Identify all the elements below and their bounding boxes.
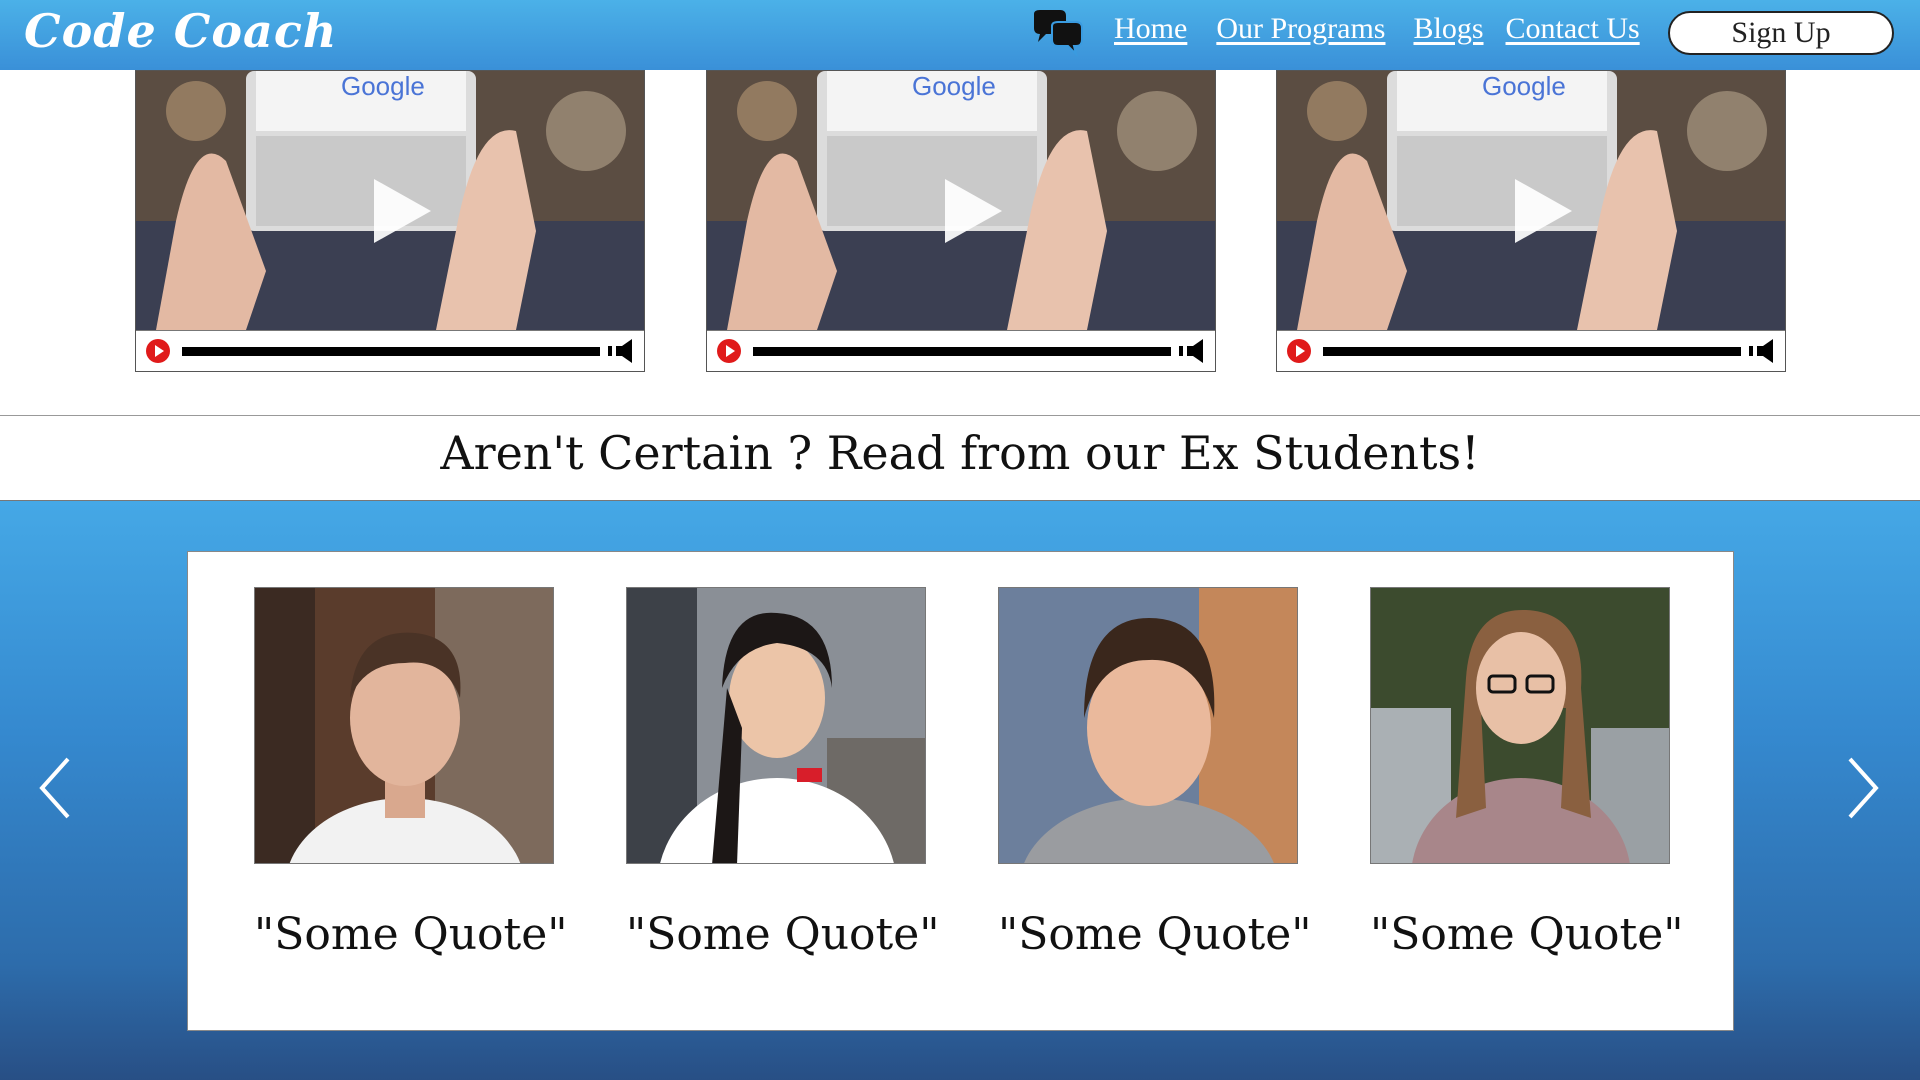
testimonials-carousel: "Some Quote" "Some Quote" "Some Quote" "… — [0, 500, 1920, 1080]
section-divider — [0, 415, 1920, 416]
play-button[interactable] — [146, 339, 170, 363]
nav-link-home[interactable]: Home — [1114, 12, 1187, 46]
volume-icon[interactable] — [608, 337, 638, 365]
nav-link-blogs[interactable]: Blogs — [1413, 12, 1483, 46]
video-player[interactable]: Google — [1276, 70, 1786, 372]
student-photo — [1370, 587, 1670, 864]
nav-link-programs[interactable]: Our Programs — [1216, 12, 1385, 46]
play-button[interactable] — [1287, 339, 1311, 363]
progress-bar[interactable] — [753, 347, 1171, 356]
sign-up-button[interactable]: Sign Up — [1668, 11, 1894, 55]
student-quote: "Some Quote" — [998, 909, 1312, 960]
volume-icon[interactable] — [1749, 337, 1779, 365]
testimonials-card: "Some Quote" "Some Quote" "Some Quote" "… — [187, 551, 1734, 1031]
student-testimonial: "Some Quote" — [1370, 587, 1684, 960]
student-testimonial: "Some Quote" — [254, 587, 568, 960]
volume-icon[interactable] — [1179, 337, 1209, 365]
video-player[interactable]: Google — [706, 70, 1216, 372]
play-button[interactable] — [717, 339, 741, 363]
student-testimonial: "Some Quote" — [626, 587, 940, 960]
student-quote: "Some Quote" — [254, 909, 568, 960]
nav-links: Home Our Programs Blogs Contact Us — [1114, 12, 1640, 46]
progress-bar[interactable] — [1323, 347, 1741, 356]
student-quote: "Some Quote" — [626, 909, 940, 960]
nav-link-contact[interactable]: Contact Us — [1506, 12, 1640, 46]
video-thumbnail[interactable]: Google — [707, 71, 1215, 330]
student-testimonial: "Some Quote" — [998, 587, 1312, 960]
student-photo — [254, 587, 554, 864]
brand-logo[interactable]: Code Coach — [24, 4, 337, 58]
student-quote: "Some Quote" — [1370, 909, 1684, 960]
video-player[interactable]: Google — [135, 70, 645, 372]
video-thumbnail-text: Google — [341, 71, 425, 101]
video-thumbnail-text: Google — [912, 71, 996, 101]
progress-bar[interactable] — [182, 347, 600, 356]
student-photo — [998, 587, 1298, 864]
video-controls — [136, 330, 644, 371]
video-thumbnail[interactable]: Google — [136, 71, 644, 330]
chevron-right-icon[interactable] — [1842, 753, 1882, 823]
video-thumbnail[interactable]: Google — [1277, 71, 1785, 330]
video-controls — [707, 330, 1215, 371]
chevron-left-icon[interactable] — [36, 753, 76, 823]
top-navbar: Code Coach Home Our Programs Blogs Conta… — [0, 0, 1920, 70]
video-thumbnail-text: Google — [1482, 71, 1566, 101]
video-controls — [1277, 330, 1785, 371]
chat-bubbles-icon[interactable] — [1030, 8, 1084, 58]
student-photo — [626, 587, 926, 864]
testimonials-heading: Aren't Certain ? Read from our Ex Studen… — [440, 426, 1480, 480]
